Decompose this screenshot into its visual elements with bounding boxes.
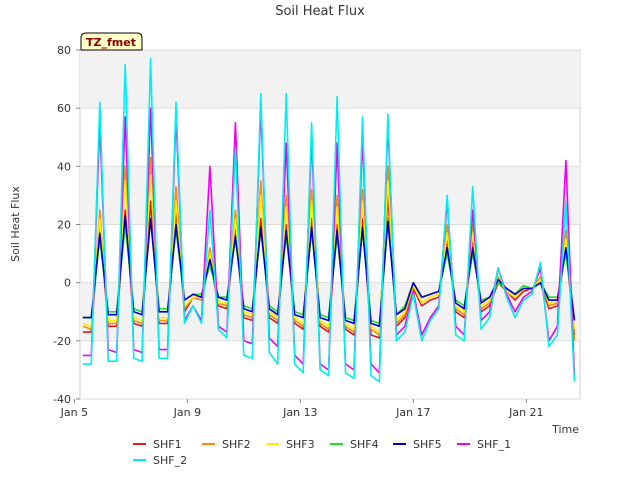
x-tick-label: Jan 17 xyxy=(395,406,430,419)
y-tick-label: -40 xyxy=(53,393,71,406)
x-axis-label: Time xyxy=(551,423,579,436)
chart-title: Soil Heat Flux xyxy=(275,4,365,19)
legend-label: SHF5 xyxy=(413,438,442,451)
x-tick-label: Jan 9 xyxy=(173,406,201,419)
legend-label: SHF_2 xyxy=(153,454,187,467)
x-tick-label: Jan 21 xyxy=(508,406,543,419)
y-tick-label: 20 xyxy=(57,219,71,232)
badge-label: TZ_fmet xyxy=(86,36,136,49)
y-axis-label: Soil Heat Flux xyxy=(9,186,22,262)
x-tick-label: Jan 13 xyxy=(282,406,317,419)
chart-badge: TZ_fmet xyxy=(80,32,143,51)
y-tick-label: 0 xyxy=(64,277,71,290)
y-tick-label: 40 xyxy=(57,160,71,173)
x-axis-ticks: Jan 5 Jan 9 Jan 13 Jan 17 Jan 21 xyxy=(60,399,544,419)
legend-label: SHF_1 xyxy=(477,438,511,451)
y-axis-ticks: -40 -20 0 20 40 60 80 xyxy=(53,44,80,406)
legend-label: SHF1 xyxy=(153,438,182,451)
y-tick-label: -20 xyxy=(53,335,71,348)
x-tick-label: Jan 5 xyxy=(60,406,88,419)
soil-heat-flux-chart: Soil Heat Flux -40-20020406080 Jan 5 Jan … xyxy=(9,4,581,467)
legend-label: SHF2 xyxy=(222,438,251,451)
legend-label: SHF3 xyxy=(286,438,315,451)
y-tick-label: 80 xyxy=(57,44,71,57)
grid-band xyxy=(80,50,580,109)
y-tick-label: 60 xyxy=(57,102,71,115)
legend-label: SHF4 xyxy=(350,438,379,451)
legend: SHF1 SHF2 SHF3 SHF4 SHF5 SHF_1 SHF_2 xyxy=(133,438,511,467)
